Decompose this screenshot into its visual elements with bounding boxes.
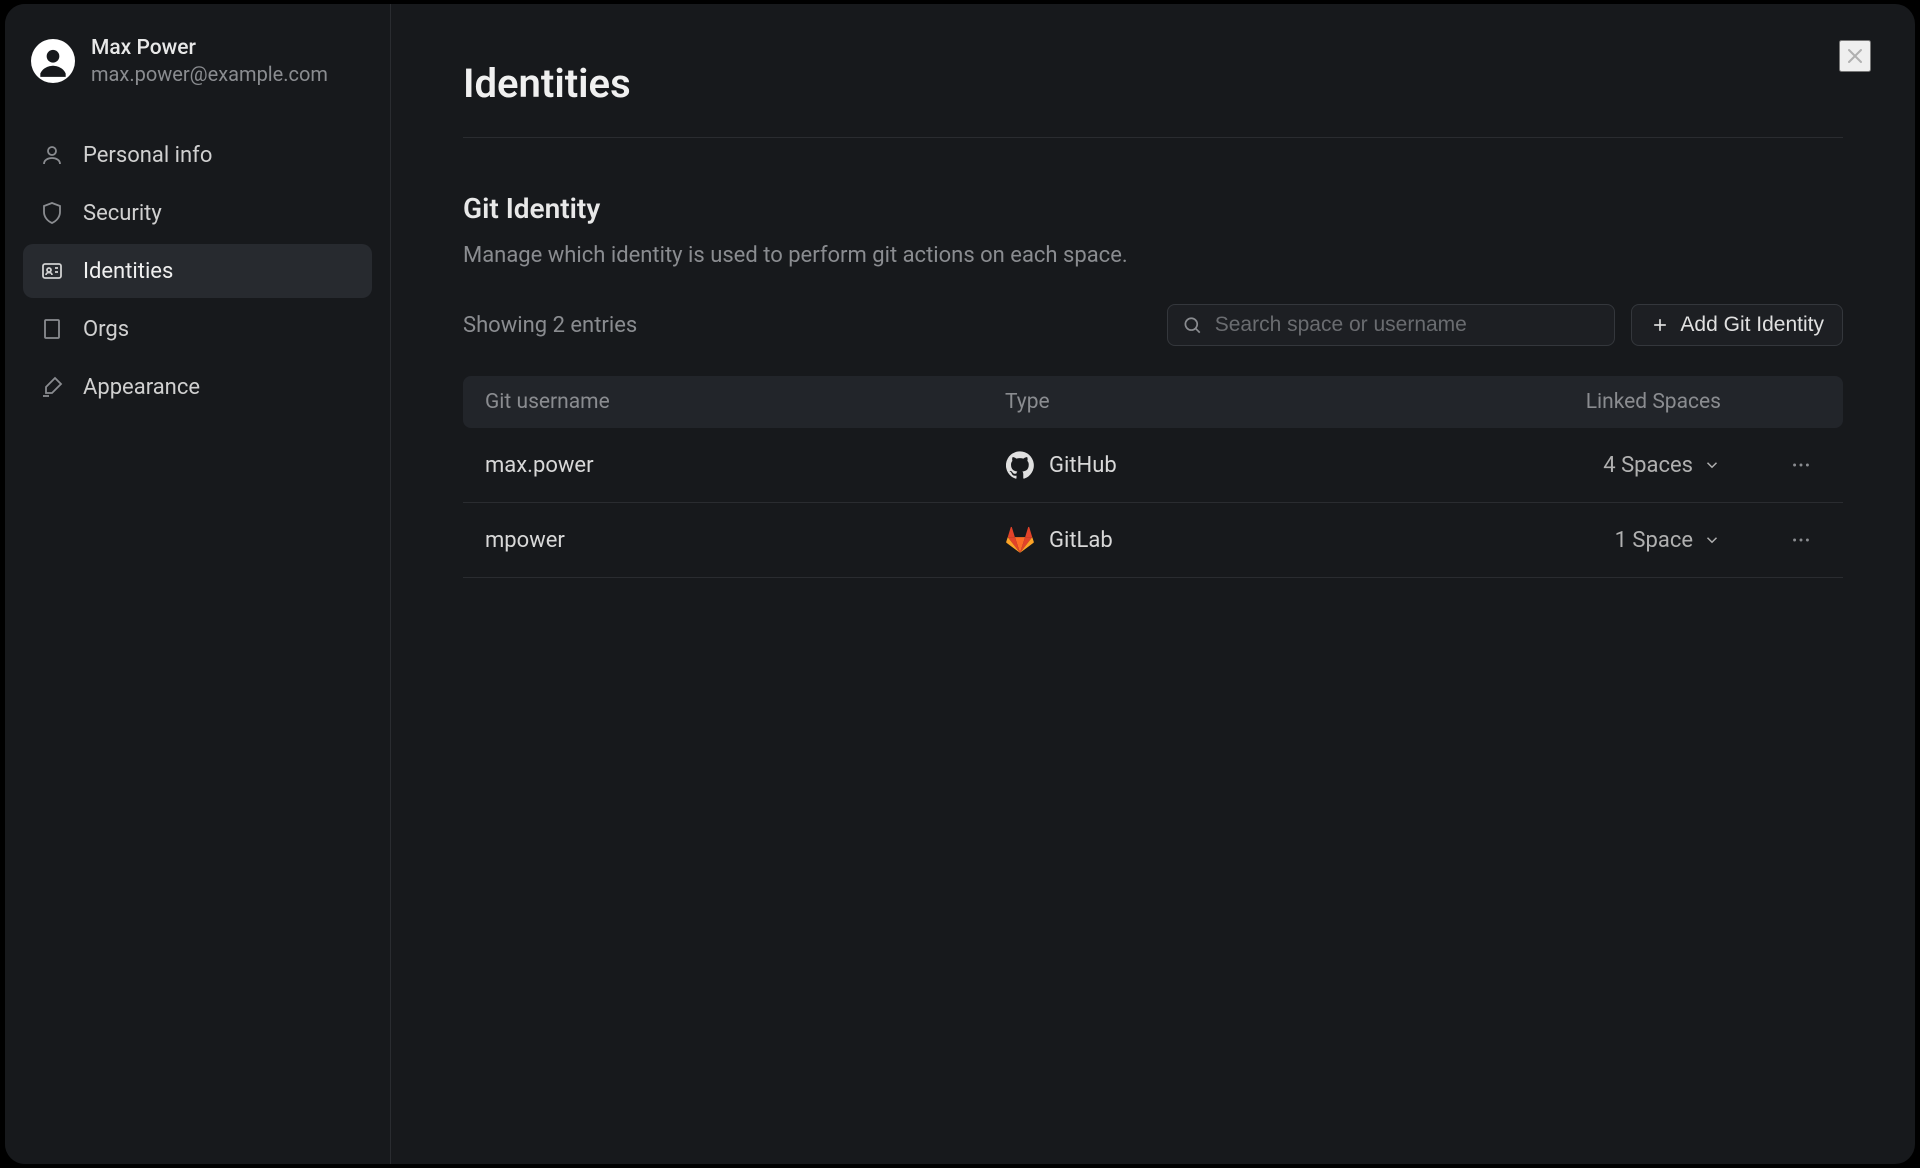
profile-header: Max Power max.power@example.com <box>23 32 372 114</box>
sidebar-item-label: Security <box>83 201 162 226</box>
cell-type-label: GitHub <box>1049 453 1117 478</box>
add-git-identity-button[interactable]: Add Git Identity <box>1631 304 1843 346</box>
search-box[interactable] <box>1167 304 1615 346</box>
sidebar-item-appearance[interactable]: Appearance <box>23 360 372 414</box>
page-title: Identities <box>463 60 1843 138</box>
sidebar-item-security[interactable]: Security <box>23 186 372 240</box>
cell-type: GitHub <box>1005 450 1525 480</box>
avatar <box>31 39 75 83</box>
cell-type-label: GitLab <box>1049 528 1113 553</box>
column-header-username: Git username <box>485 390 1005 414</box>
search-input[interactable] <box>1215 313 1601 337</box>
section-description: Manage which identity is used to perform… <box>463 243 1843 268</box>
sidebar-item-identities[interactable]: Identities <box>23 244 372 298</box>
table-row: max.power GitHub 4 Spaces <box>463 428 1843 503</box>
more-icon <box>1790 529 1812 551</box>
spaces-count-label: 1 Space <box>1615 528 1693 553</box>
chevron-down-icon <box>1703 456 1721 474</box>
shield-icon <box>39 200 65 226</box>
add-button-label: Add Git Identity <box>1680 313 1824 337</box>
sidebar: Max Power max.power@example.com Personal… <box>5 4 391 1164</box>
github-icon <box>1005 450 1035 480</box>
profile-name: Max Power <box>91 36 328 60</box>
chevron-down-icon <box>1703 531 1721 549</box>
sidebar-item-label: Orgs <box>83 317 129 342</box>
avatar-icon <box>34 42 72 80</box>
gitlab-icon <box>1005 525 1035 555</box>
cell-username: max.power <box>485 453 1005 478</box>
linked-spaces-dropdown[interactable]: 1 Space <box>1525 528 1781 553</box>
user-icon <box>39 142 65 168</box>
sidebar-nav: Personal info Security Identities Orgs <box>23 128 372 414</box>
column-header-type: Type <box>1005 390 1525 414</box>
git-identity-section: Git Identity Manage which identity is us… <box>463 192 1843 578</box>
id-card-icon <box>39 258 65 284</box>
identities-table: Git username Type Linked Spaces max.powe… <box>463 376 1843 578</box>
sidebar-item-orgs[interactable]: Orgs <box>23 302 372 356</box>
brush-icon <box>39 374 65 400</box>
building-icon <box>39 316 65 342</box>
profile-email: max.power@example.com <box>91 62 328 86</box>
section-title: Git Identity <box>463 192 1843 225</box>
spaces-count-label: 4 Spaces <box>1603 453 1693 478</box>
sidebar-item-label: Personal info <box>83 143 212 168</box>
plus-icon <box>1650 315 1670 335</box>
more-icon <box>1790 454 1812 476</box>
row-actions-menu[interactable] <box>1781 529 1821 551</box>
entries-count-label: Showing 2 entries <box>463 313 1151 338</box>
table-header: Git username Type Linked Spaces <box>463 376 1843 428</box>
sidebar-item-personal-info[interactable]: Personal info <box>23 128 372 182</box>
cell-type: GitLab <box>1005 525 1525 555</box>
table-row: mpower GitLab 1 Space <box>463 503 1843 578</box>
sidebar-item-label: Appearance <box>83 375 200 400</box>
sidebar-item-label: Identities <box>83 259 173 284</box>
settings-modal: Max Power max.power@example.com Personal… <box>5 4 1915 1164</box>
linked-spaces-dropdown[interactable]: 4 Spaces <box>1525 453 1781 478</box>
toolbar: Showing 2 entries Add Git Identity <box>463 304 1843 346</box>
cell-username: mpower <box>485 528 1005 553</box>
search-icon <box>1182 314 1202 336</box>
row-actions-menu[interactable] <box>1781 454 1821 476</box>
main-content: Identities Git Identity Manage which ide… <box>391 4 1915 1164</box>
column-header-spaces: Linked Spaces <box>1525 390 1821 414</box>
